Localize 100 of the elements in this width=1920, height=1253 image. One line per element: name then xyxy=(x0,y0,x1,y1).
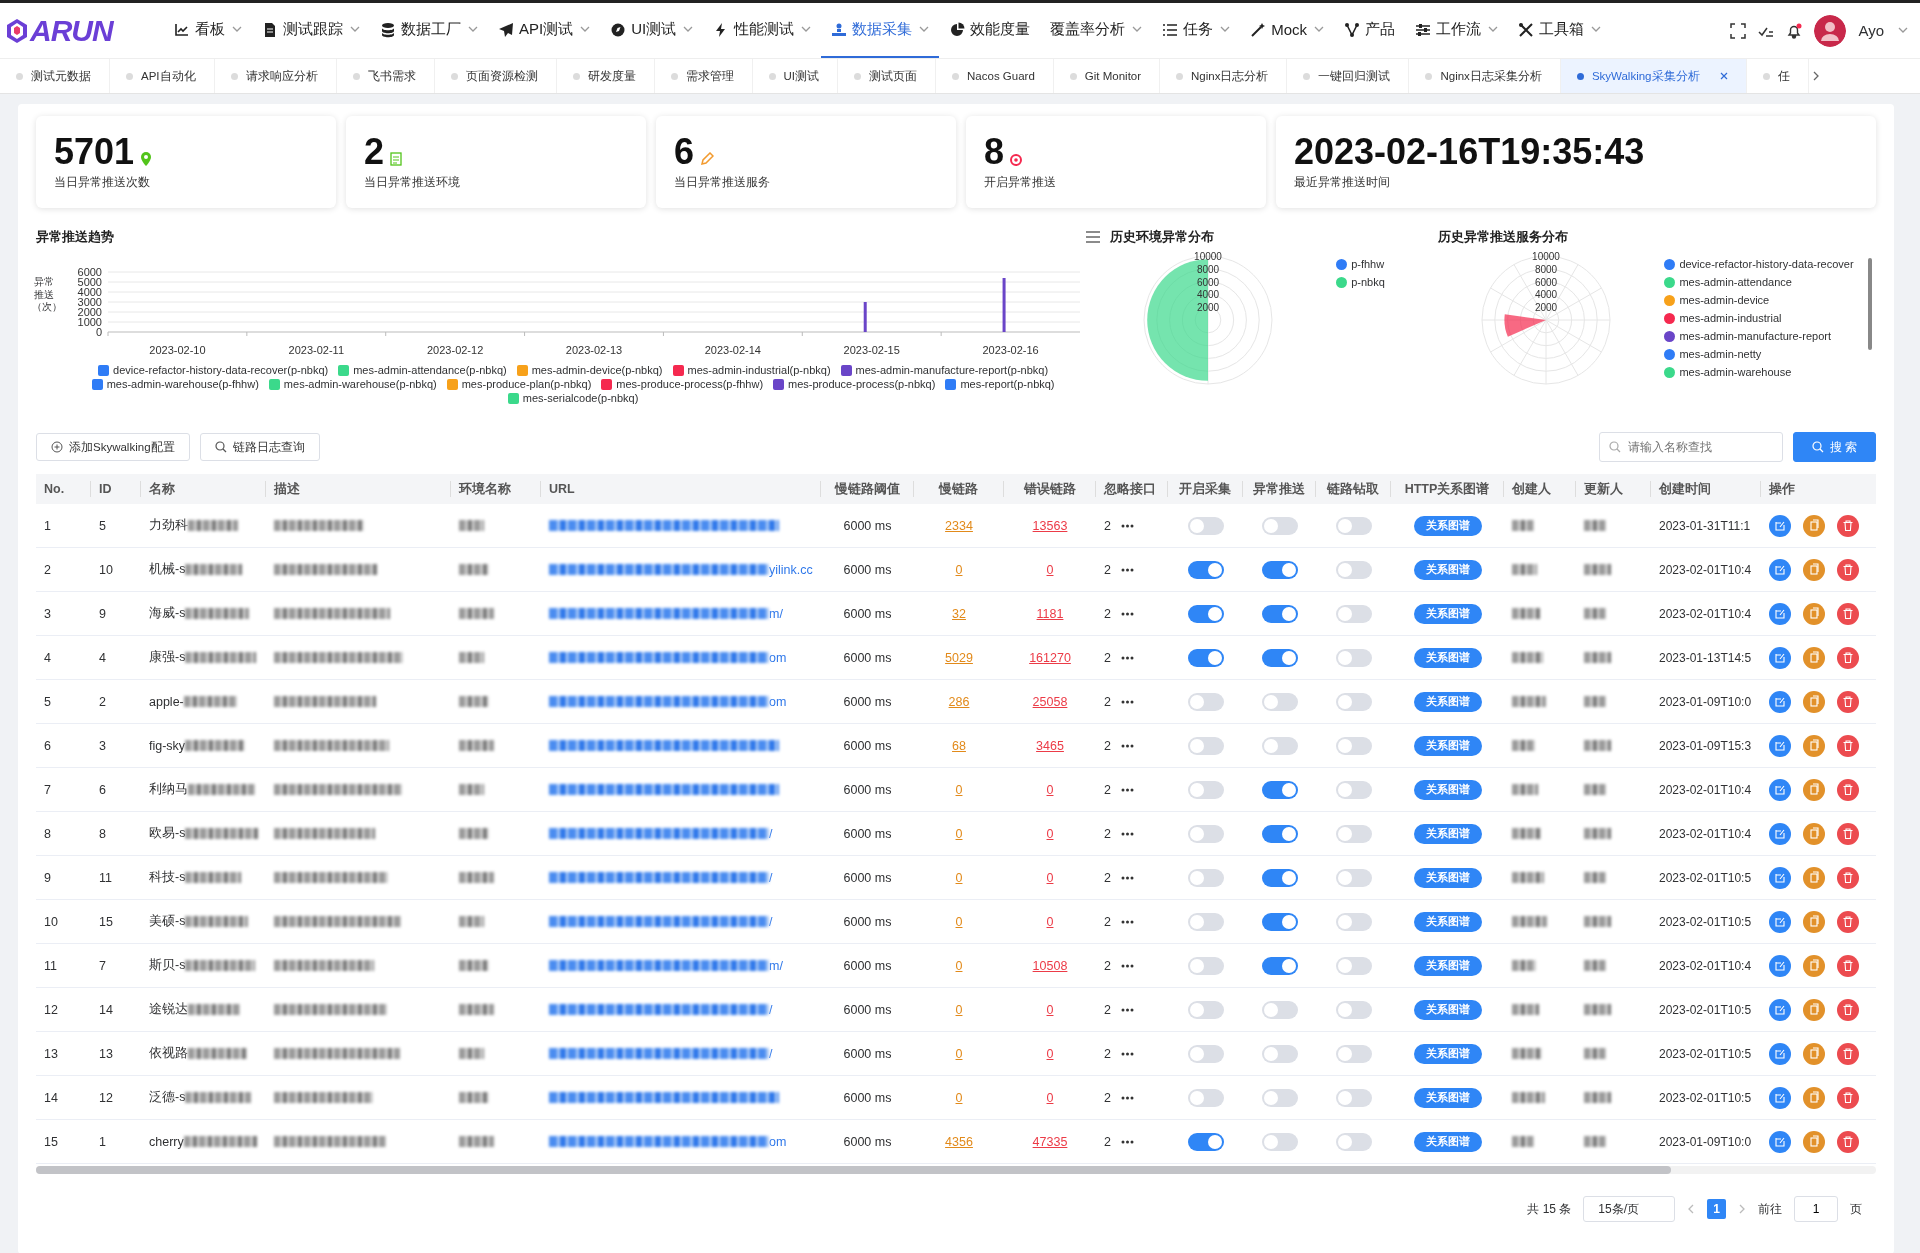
more-icon[interactable] xyxy=(1120,1095,1134,1100)
edit-icon[interactable] xyxy=(1769,998,1791,1021)
toggle-switch[interactable] xyxy=(1261,560,1298,579)
toggle-switch[interactable] xyxy=(1261,1044,1298,1063)
legend-label[interactable]: mes-admin-device xyxy=(1679,294,1770,306)
chevron-right-icon[interactable] xyxy=(1812,71,1819,81)
menu-item[interactable]: 任务 xyxy=(1152,3,1241,58)
edit-icon[interactable] xyxy=(1769,602,1791,625)
toggle-switch[interactable] xyxy=(1261,692,1298,711)
error-trace-link[interactable]: 161270 xyxy=(1029,650,1071,665)
url-link[interactable]: om xyxy=(769,650,787,665)
menu-item[interactable]: 测试跟踪 xyxy=(252,3,370,58)
toggle-switch[interactable] xyxy=(1187,736,1224,755)
error-trace-link[interactable]: 25058 xyxy=(1032,694,1068,709)
slow-trace-link[interactable]: 0 xyxy=(955,1090,963,1105)
slow-trace-link[interactable]: 0 xyxy=(955,782,963,797)
error-trace-link[interactable]: 0 xyxy=(1046,914,1054,929)
slow-trace-link[interactable]: 32 xyxy=(952,606,966,621)
more-icon[interactable] xyxy=(1120,1051,1134,1056)
more-icon[interactable] xyxy=(1120,1139,1134,1144)
legend-label[interactable]: mes-admin-attendance(p-nbkq) xyxy=(353,364,507,376)
toggle-switch[interactable] xyxy=(1187,648,1224,667)
toggle-switch[interactable] xyxy=(1261,824,1298,843)
add-config-button[interactable]: 添加Skywalking配置 xyxy=(36,433,190,461)
slow-trace-link[interactable]: 4356 xyxy=(945,1134,973,1149)
legend-label[interactable]: mes-admin-warehouse(p-fhhw) xyxy=(106,378,259,390)
legend-label[interactable]: device-refactor-history-data-recover(p-nbkq) xyxy=(113,364,329,376)
chevron-left-icon[interactable] xyxy=(1687,1204,1696,1214)
legend-label[interactable]: mes-admin-attendance xyxy=(1679,276,1792,288)
slow-trace-link[interactable]: 0 xyxy=(955,826,963,841)
relation-graph-button[interactable]: 关系图谱 xyxy=(1413,691,1482,712)
toggle-switch[interactable] xyxy=(1335,648,1372,667)
tab[interactable]: Nginx日志分析 xyxy=(1160,59,1288,93)
toggle-switch[interactable] xyxy=(1335,1088,1372,1107)
error-trace-link[interactable]: 0 xyxy=(1046,1046,1054,1061)
trash-icon[interactable] xyxy=(1837,954,1859,977)
tab[interactable]: UI测试 xyxy=(752,59,839,93)
trash-icon[interactable] xyxy=(1837,558,1859,581)
copy-icon[interactable] xyxy=(1803,998,1825,1021)
error-trace-link[interactable]: 13563 xyxy=(1032,518,1068,533)
close-icon[interactable] xyxy=(1719,72,1728,80)
legend-label[interactable]: mes-admin-industrial xyxy=(1679,312,1782,324)
toggle-switch[interactable] xyxy=(1335,516,1372,535)
user-name[interactable]: Ayo xyxy=(1858,22,1884,39)
toggle-switch[interactable] xyxy=(1261,1132,1298,1151)
toggle-switch[interactable] xyxy=(1335,560,1372,579)
toggle-switch[interactable] xyxy=(1187,1132,1224,1151)
trash-icon[interactable] xyxy=(1837,866,1859,889)
more-icon[interactable] xyxy=(1120,567,1134,572)
more-icon[interactable] xyxy=(1120,831,1134,836)
edit-icon[interactable] xyxy=(1769,1130,1791,1153)
tab[interactable]: 任 xyxy=(1746,59,1809,93)
slow-trace-link[interactable]: 0 xyxy=(955,870,963,885)
error-trace-link[interactable]: 47335 xyxy=(1032,1134,1068,1149)
slow-trace-link[interactable]: 68 xyxy=(952,738,966,753)
copy-icon[interactable] xyxy=(1803,1086,1825,1109)
slow-trace-link[interactable]: 0 xyxy=(955,958,963,973)
relation-graph-button[interactable]: 关系图谱 xyxy=(1413,867,1482,888)
copy-icon[interactable] xyxy=(1803,734,1825,757)
edit-icon[interactable] xyxy=(1769,1042,1791,1065)
search-field[interactable]: 请输入名称查找 xyxy=(1598,432,1783,462)
slow-trace-link[interactable]: 0 xyxy=(955,1046,963,1061)
more-icon[interactable] xyxy=(1120,875,1134,880)
url-link[interactable]: om xyxy=(769,694,787,709)
toggle-switch[interactable] xyxy=(1335,912,1372,931)
tab[interactable]: Nginx日志采集分析 xyxy=(1409,59,1561,93)
toggle-switch[interactable] xyxy=(1335,868,1372,887)
menu-item[interactable]: 工具箱 xyxy=(1508,3,1612,58)
menu-item[interactable]: Mock xyxy=(1240,3,1335,58)
tab[interactable]: API自动化 xyxy=(110,59,215,93)
more-icon[interactable] xyxy=(1120,1007,1134,1012)
toggle-switch[interactable] xyxy=(1187,1044,1224,1063)
error-trace-link[interactable]: 0 xyxy=(1046,562,1054,577)
relation-graph-button[interactable]: 关系图谱 xyxy=(1413,735,1482,756)
toggle-switch[interactable] xyxy=(1335,780,1372,799)
toggle-switch[interactable] xyxy=(1187,1088,1224,1107)
menu-item[interactable]: 性能测试 xyxy=(703,3,822,58)
trash-icon[interactable] xyxy=(1837,910,1859,933)
page-input[interactable]: 1 xyxy=(1794,1196,1838,1222)
edit-icon[interactable] xyxy=(1769,558,1791,581)
url-link[interactable]: / xyxy=(769,1046,773,1061)
error-trace-link[interactable]: 0 xyxy=(1046,1002,1054,1017)
more-icon[interactable] xyxy=(1120,787,1134,792)
legend-label[interactable]: mes-admin-manufacture-report(p-nbkq) xyxy=(855,364,1049,376)
trash-icon[interactable] xyxy=(1837,1086,1859,1109)
edit-icon[interactable] xyxy=(1769,690,1791,713)
copy-icon[interactable] xyxy=(1803,910,1825,933)
more-icon[interactable] xyxy=(1120,963,1134,968)
toggle-switch[interactable] xyxy=(1335,1000,1372,1019)
relation-graph-button[interactable]: 关系图谱 xyxy=(1413,955,1482,976)
url-link[interactable]: / xyxy=(769,870,773,885)
legend-label[interactable]: mes-produce-process(p-fhhw) xyxy=(616,378,764,390)
slow-trace-link[interactable]: 286 xyxy=(948,694,970,709)
legend-label[interactable]: device-refactor-history-data-recover xyxy=(1679,258,1854,270)
toggle-switch[interactable] xyxy=(1261,780,1298,799)
url-link[interactable]: / xyxy=(769,826,773,841)
trash-icon[interactable] xyxy=(1837,646,1859,669)
relation-graph-button[interactable]: 关系图谱 xyxy=(1413,603,1482,624)
error-trace-link[interactable]: 3465 xyxy=(1036,738,1064,753)
toggle-switch[interactable] xyxy=(1335,692,1372,711)
